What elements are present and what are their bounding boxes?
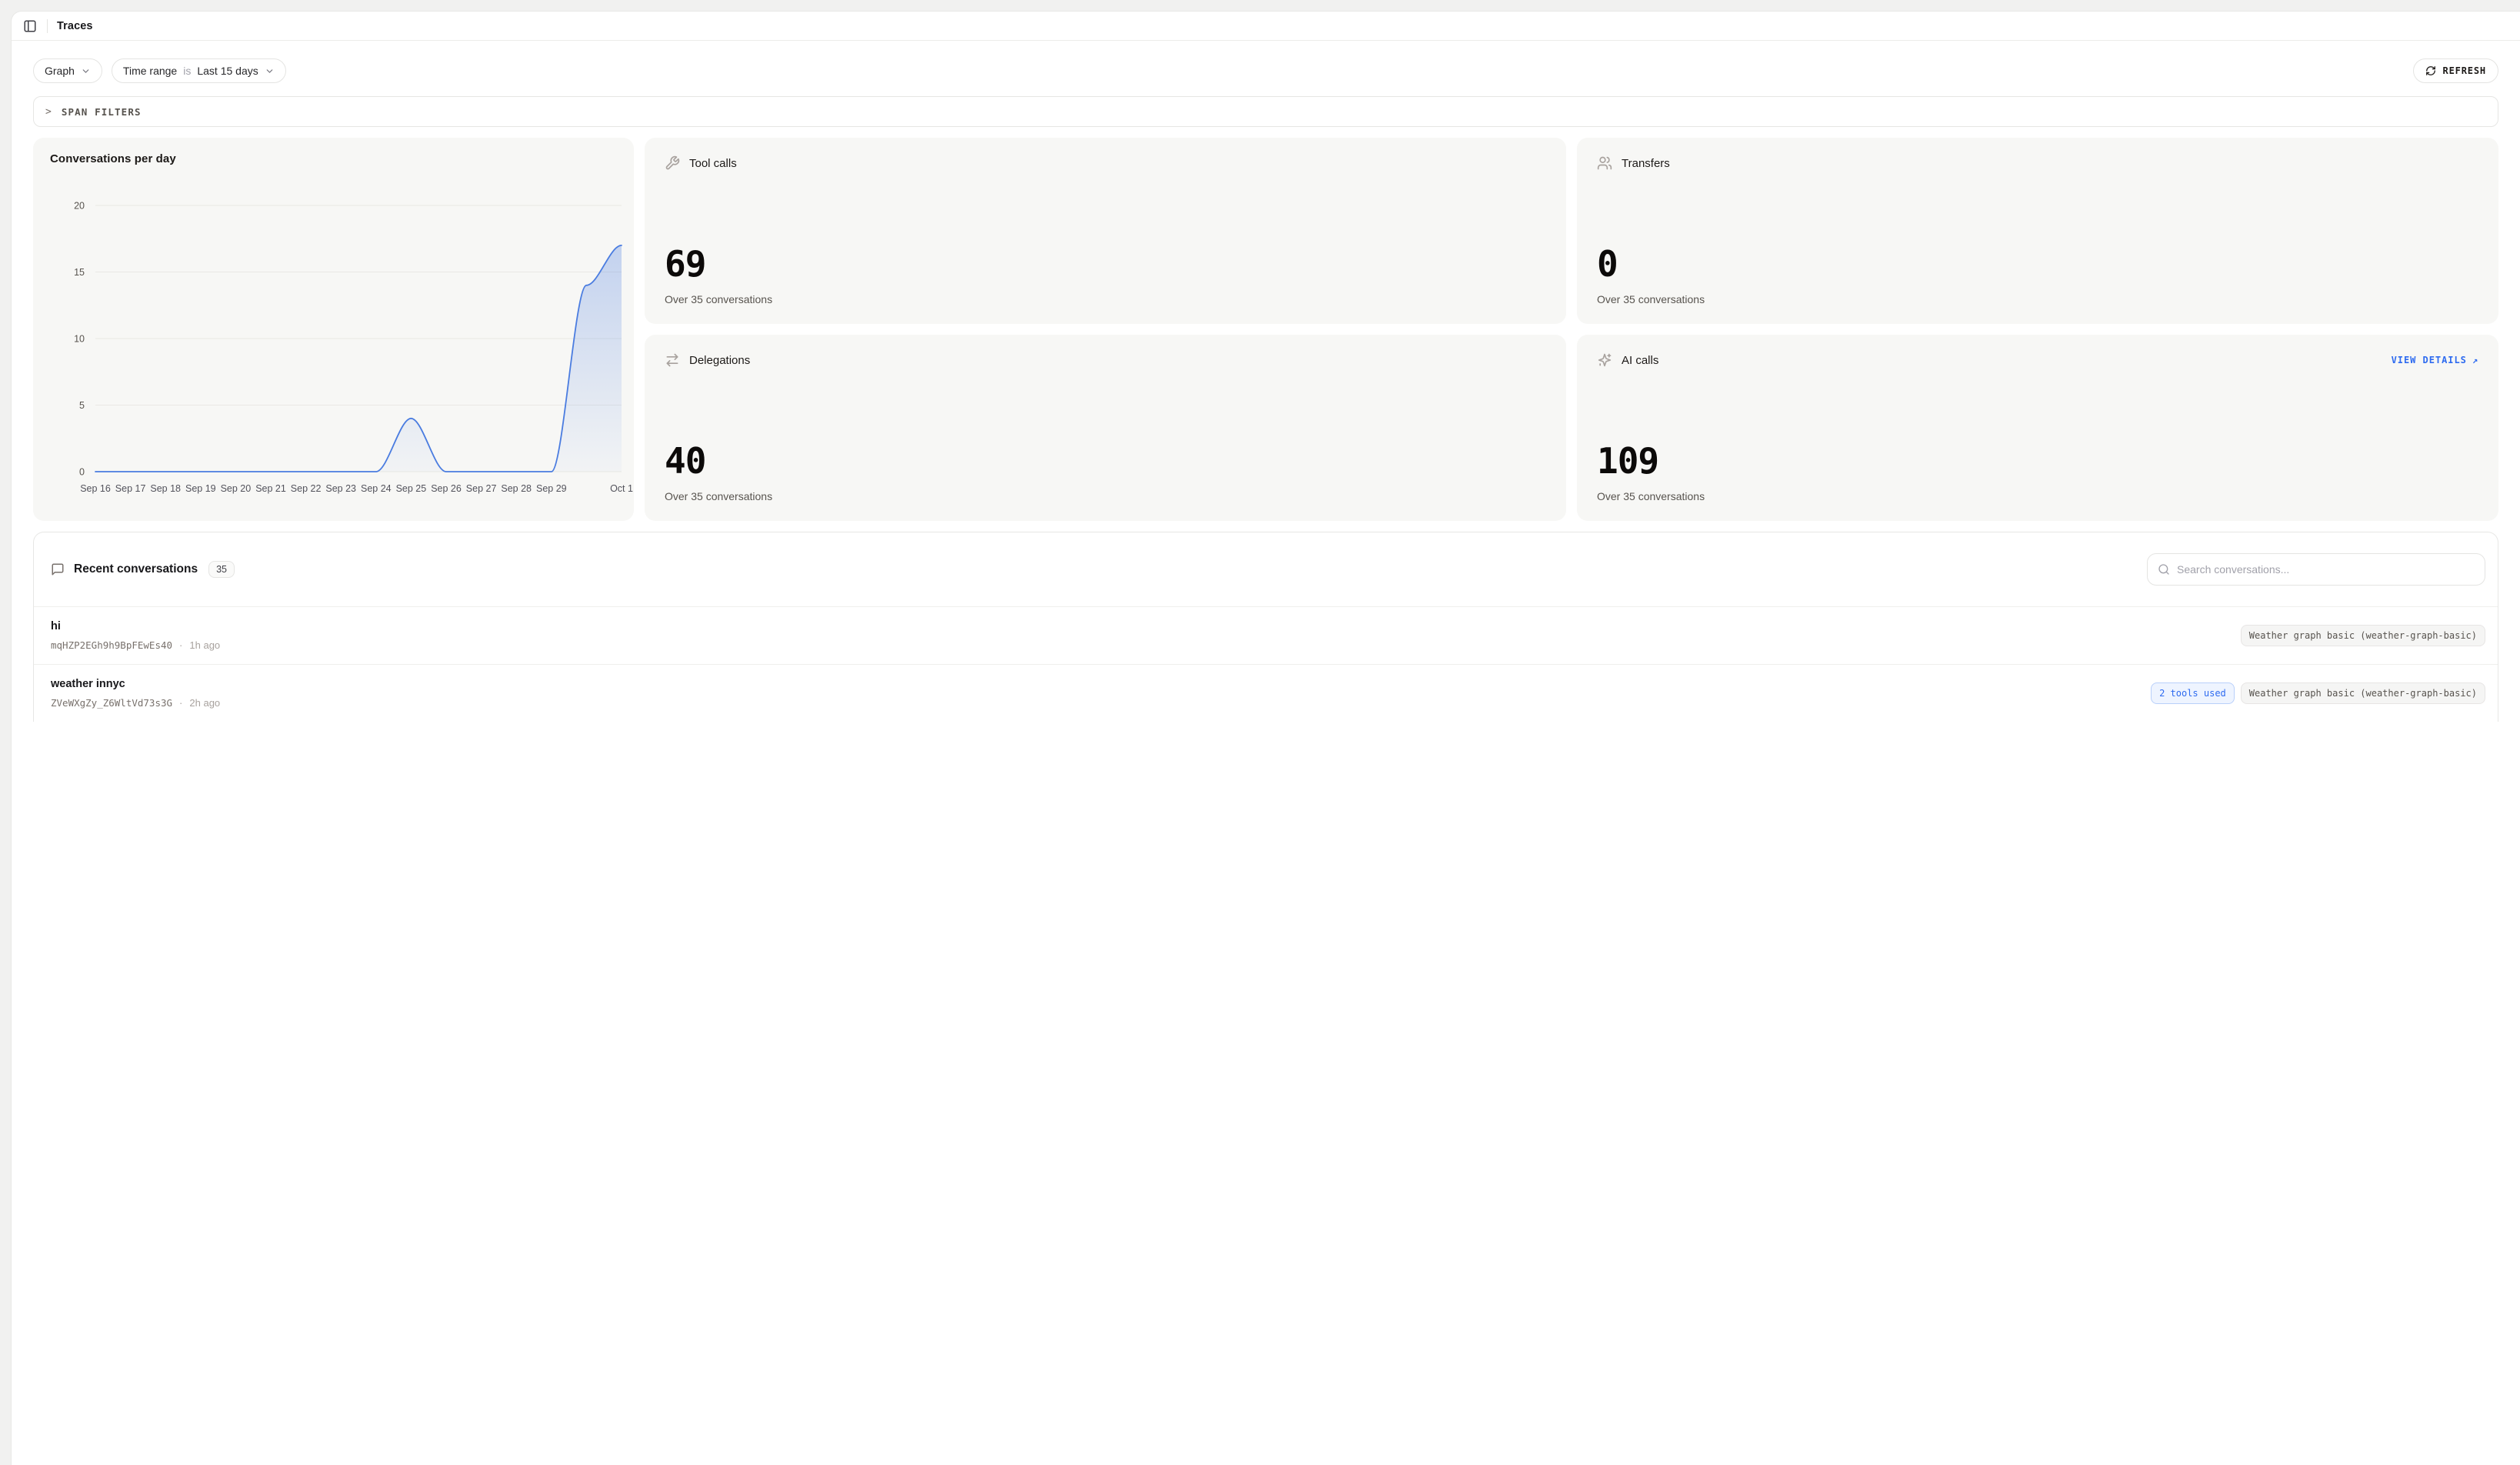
- main-panel: Traces Graph Time range is Last 15 days: [11, 11, 2520, 1465]
- span-filters-label: SPAN FILTERS: [62, 106, 142, 118]
- stat-card-ai-calls: AI calls VIEW DETAILS ↗ 109 Over 35 conv…: [1577, 335, 2498, 521]
- svg-text:Sep 26: Sep 26: [431, 483, 462, 494]
- stat-value: 109: [1597, 443, 2478, 479]
- recent-conversations-header: Recent conversations 35: [34, 532, 2498, 606]
- svg-text:Sep 22: Sep 22: [291, 483, 322, 494]
- app-header: Traces: [12, 12, 2520, 41]
- stats-grid: Tool calls 69 Over 35 conversations Tran…: [645, 138, 2498, 521]
- stat-subtitle: Over 35 conversations: [665, 490, 1546, 502]
- view-details-link[interactable]: VIEW DETAILS ↗: [2392, 355, 2478, 365]
- recent-conversations-title: Recent conversations: [74, 562, 198, 576]
- conversation-title: weather innyc: [51, 678, 220, 690]
- svg-text:Sep 17: Sep 17: [115, 483, 146, 494]
- stat-value: 0: [1597, 246, 2478, 282]
- stat-value: 69: [665, 246, 1546, 282]
- meta-separator: ·: [179, 697, 182, 709]
- arrow-up-right-icon: ↗: [2472, 355, 2478, 365]
- span-filters-toggle[interactable]: > SPAN FILTERS: [33, 96, 2498, 127]
- filter-operator-label: is: [183, 65, 191, 77]
- refresh-button[interactable]: REFRESH: [2413, 58, 2498, 83]
- stat-title: AI calls: [1622, 354, 1658, 367]
- svg-text:Sep 28: Sep 28: [501, 483, 532, 494]
- stat-title: Delegations: [689, 354, 750, 367]
- svg-text:Sep 23: Sep 23: [325, 483, 356, 494]
- conversation-id: mqHZP2EGh9h9BpFEwEs40: [51, 639, 172, 651]
- recent-conversations-panel: Recent conversations 35 hi mqHZP2EGh9h9Bp…: [33, 532, 2498, 722]
- search-icon: [2158, 563, 2170, 576]
- wrench-icon: [665, 155, 680, 171]
- stat-subtitle: Over 35 conversations: [665, 293, 1546, 305]
- stat-card-transfers: Transfers 0 Over 35 conversations: [1577, 138, 2498, 324]
- message-square-icon: [51, 562, 65, 576]
- conversation-tags: 2 tools used Weather graph basic (weather…: [2151, 682, 2485, 704]
- svg-text:Sep 29: Sep 29: [536, 483, 567, 494]
- svg-text:Sep 25: Sep 25: [396, 483, 427, 494]
- sidebar-toggle-button[interactable]: [19, 15, 41, 37]
- search-input[interactable]: [2177, 563, 2475, 576]
- chevron-down-icon: [81, 66, 91, 76]
- view-selector-dropdown[interactable]: Graph: [33, 58, 102, 83]
- svg-text:15: 15: [74, 267, 85, 278]
- agent-badge: Weather graph basic (weather-graph-basic…: [2241, 682, 2485, 704]
- stat-card-delegations: Delegations 40 Over 35 conversations: [645, 335, 1566, 521]
- agent-badge: Weather graph basic (weather-graph-basic…: [2241, 625, 2485, 646]
- conversation-row[interactable]: weather innyc ZVeWXgZy_Z6WltVd73s3G · 2h ag…: [34, 664, 2498, 722]
- stat-subtitle: Over 35 conversations: [1597, 490, 2478, 502]
- filter-field-label: Time range: [123, 65, 177, 77]
- stat-subtitle: Over 35 conversations: [1597, 293, 2478, 305]
- dashboard: Conversations per day 05101520Sep 16Sep …: [33, 138, 2498, 521]
- svg-text:Sep 16: Sep 16: [80, 483, 111, 494]
- filter-value-label: Last 15 days: [197, 65, 258, 77]
- svg-text:Sep 21: Sep 21: [255, 483, 286, 494]
- view-selector-label: Graph: [45, 65, 75, 77]
- stat-title: Tool calls: [689, 157, 737, 170]
- conversation-count-badge: 35: [208, 561, 235, 578]
- svg-text:20: 20: [74, 201, 85, 212]
- page-title: Traces: [57, 20, 93, 32]
- stat-card-tool-calls: Tool calls 69 Over 35 conversations: [645, 138, 1566, 324]
- svg-text:5: 5: [79, 400, 85, 411]
- tools-used-badge: 2 tools used: [2151, 682, 2235, 704]
- conversations-per-day-chart: 05101520Sep 16Sep 17Sep 18Sep 19Sep 20Se…: [33, 138, 634, 521]
- conversation-time: 2h ago: [189, 697, 220, 709]
- meta-separator: ·: [179, 639, 182, 651]
- users-icon: [1597, 155, 1612, 171]
- conversations-chart-card: Conversations per day 05101520Sep 16Sep …: [33, 138, 634, 521]
- refresh-icon: [2425, 65, 2436, 76]
- stat-title: Transfers: [1622, 157, 1670, 170]
- svg-text:Sep 24: Sep 24: [361, 483, 392, 494]
- view-details-label: VIEW DETAILS: [2392, 355, 2467, 365]
- svg-text:10: 10: [74, 334, 85, 345]
- conversation-list: hi mqHZP2EGh9h9BpFEwEs40 · 1h ago Weather gr…: [34, 606, 2498, 722]
- header-divider: [47, 19, 48, 33]
- toolbar: Graph Time range is Last 15 days REFRESH: [33, 58, 2498, 83]
- chevron-right-icon: >: [45, 106, 52, 118]
- chevron-down-icon: [265, 66, 275, 76]
- sparkles-icon: [1597, 352, 1612, 368]
- conversation-tags: Weather graph basic (weather-graph-basic…: [2241, 625, 2485, 646]
- search-box: [2147, 553, 2485, 586]
- stat-value: 40: [665, 443, 1546, 479]
- time-range-filter[interactable]: Time range is Last 15 days: [112, 58, 286, 83]
- conversation-title: hi: [51, 620, 220, 632]
- svg-text:Sep 27: Sep 27: [466, 483, 497, 494]
- svg-text:0: 0: [79, 467, 85, 478]
- conversation-row[interactable]: hi mqHZP2EGh9h9BpFEwEs40 · 1h ago Weather gr…: [34, 606, 2498, 664]
- svg-text:Sep 20: Sep 20: [221, 483, 252, 494]
- svg-text:Oct 1: Oct 1: [610, 483, 633, 494]
- conversation-time: 1h ago: [189, 639, 220, 651]
- svg-text:Sep 18: Sep 18: [150, 483, 181, 494]
- panel-left-icon: [23, 19, 37, 33]
- arrows-swap-icon: [665, 352, 680, 368]
- svg-text:Sep 19: Sep 19: [185, 483, 216, 494]
- refresh-label: REFRESH: [2443, 65, 2486, 76]
- conversation-id: ZVeWXgZy_Z6WltVd73s3G: [51, 697, 172, 709]
